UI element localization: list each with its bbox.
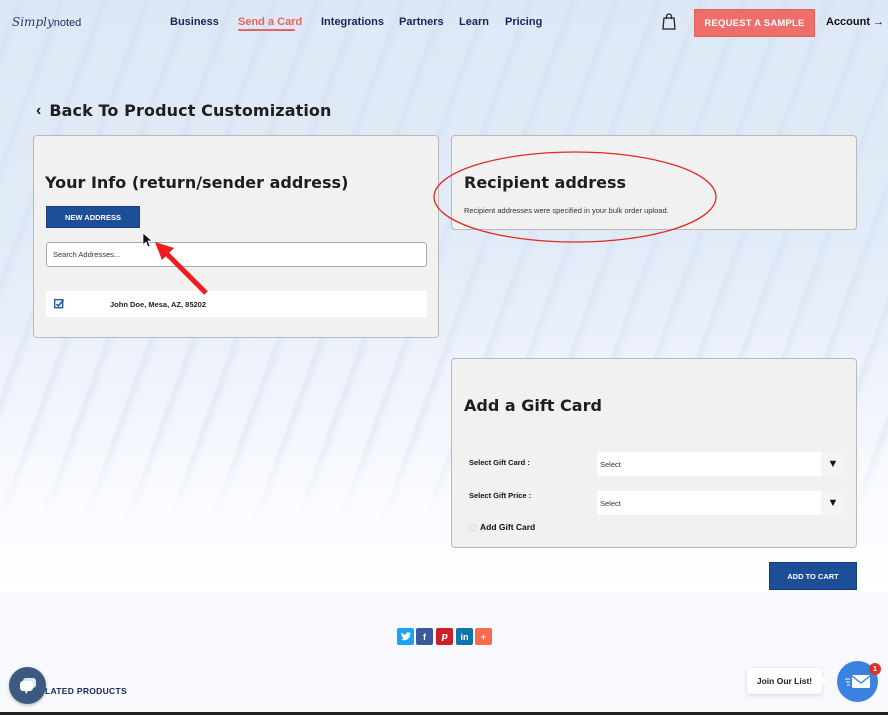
logo[interactable]: Simplynoted (12, 15, 81, 29)
twitter-icon (400, 632, 411, 641)
nav-active-underline (238, 29, 295, 31)
gift-card-title: Add a Gift Card (464, 396, 602, 415)
new-address-button[interactable]: NEW ADDRESS (46, 206, 140, 228)
chevron-left-icon: ‹ (36, 101, 42, 119)
nav-send-a-card[interactable]: Send a Card (238, 16, 302, 28)
linkedin-share-button[interactable]: in (456, 628, 473, 645)
related-products-heading: LATED PRODUCTS (45, 686, 127, 696)
logo-text: noted (53, 17, 82, 29)
more-share-button[interactable]: + (475, 628, 492, 645)
add-gift-card-checkbox[interactable] (469, 523, 476, 531)
gift-card-panel: Add a Gift Card Select Gift Card : Selec… (451, 358, 857, 548)
address-list-item[interactable]: John Doe, Mesa, AZ, 85202 (46, 291, 427, 317)
select-gift-card-dropdown[interactable]: Select ▼ (597, 452, 845, 476)
select-gift-price-value: Select (600, 498, 621, 508)
dropdown-arrow-icon: ▼ (821, 452, 845, 476)
nav-integrations[interactable]: Integrations (321, 16, 384, 28)
facebook-icon: f (423, 631, 426, 642)
checked-checkbox-icon[interactable] (54, 299, 64, 309)
nav-pricing[interactable]: Pricing (505, 16, 542, 28)
search-addresses-input[interactable] (46, 242, 427, 267)
nav-business[interactable]: Business (170, 16, 219, 28)
logo-script: Simply (12, 15, 54, 29)
add-gift-card-option[interactable]: Add Gift Card (469, 522, 535, 532)
notification-badge: 1 (869, 663, 881, 675)
back-to-customization-link[interactable]: ‹ Back To Product Customization (36, 101, 332, 120)
account-link[interactable]: Account → (826, 16, 884, 28)
twitter-share-button[interactable] (397, 628, 414, 645)
join-list-tooltip[interactable]: Join Our List! (747, 668, 827, 694)
linkedin-icon: in (460, 631, 469, 642)
select-gift-card-value: Select (600, 459, 621, 469)
recipient-message: Recipient addresses were specified in yo… (464, 206, 669, 215)
envelope-icon (844, 674, 870, 688)
nav-partners[interactable]: Partners (399, 16, 444, 28)
select-gift-card-label: Select Gift Card : (469, 458, 530, 467)
shopping-bag-icon[interactable] (662, 13, 676, 30)
add-to-cart-button[interactable]: ADD TO CART (769, 562, 857, 590)
sender-card-title: Your Info (return/sender address) (45, 173, 349, 192)
add-gift-card-label: Add Gift Card (480, 522, 536, 532)
plus-icon: + (480, 631, 487, 642)
dropdown-arrow-icon: ▼ (821, 491, 845, 515)
request-sample-button[interactable]: REQUEST A SAMPLE (694, 9, 815, 37)
chat-widget-button[interactable] (9, 667, 46, 704)
address-text: John Doe, Mesa, AZ, 85202 (110, 299, 207, 309)
recipient-card-title: Recipient address (464, 173, 627, 192)
facebook-share-button[interactable]: f (416, 628, 433, 645)
nav-learn[interactable]: Learn (459, 16, 489, 28)
chat-icon (19, 677, 36, 694)
recipient-address-card: Recipient address Recipient addresses we… (451, 135, 857, 230)
sender-address-card: Your Info (return/sender address) NEW AD… (33, 135, 439, 338)
footer-band (0, 592, 888, 713)
select-gift-price-dropdown[interactable]: Select ▼ (597, 491, 845, 515)
back-link-label: Back To Product Customization (49, 101, 332, 120)
pinterest-icon: p (441, 631, 448, 642)
select-gift-price-label: Select Gift Price : (469, 491, 532, 500)
pinterest-share-button[interactable]: p (436, 628, 453, 645)
